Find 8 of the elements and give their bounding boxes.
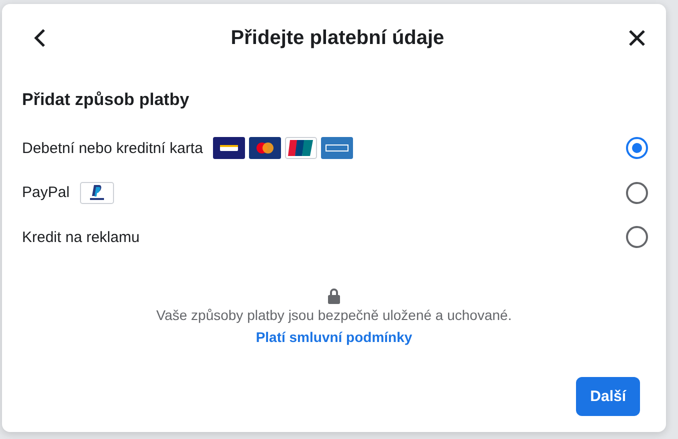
next-button[interactable]: Další bbox=[576, 376, 640, 416]
method-label: PayPal bbox=[22, 184, 70, 202]
security-note: Vaše způsoby platby jsou bezpečně uložené a uchované. bbox=[156, 306, 512, 322]
method-label: Debetní nebo kreditní karta bbox=[22, 140, 203, 157]
section-heading: Přidat způsob platby bbox=[21, 90, 190, 110]
method-label: Kredit na reklamu bbox=[22, 228, 140, 246]
terms-link[interactable]: Platí smluvní podmínky bbox=[256, 328, 412, 344]
dialog-title: Přidejte platební údaje bbox=[230, 26, 444, 50]
